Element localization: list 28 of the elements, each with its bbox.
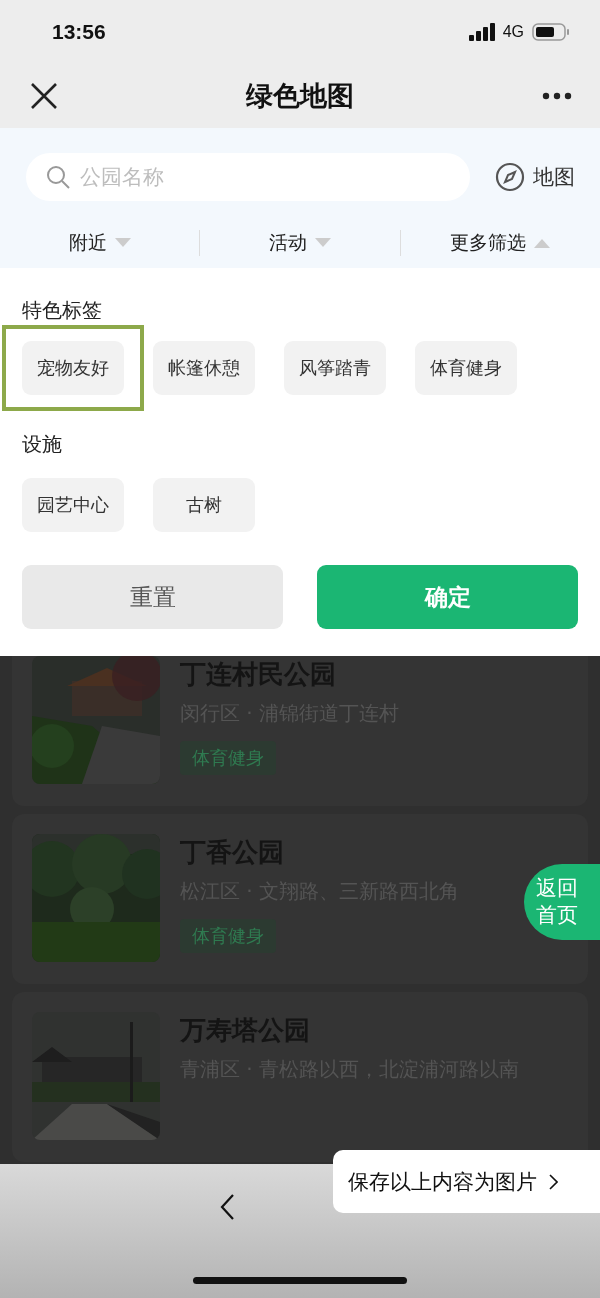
search-field[interactable]: 公园名称 <box>26 153 470 201</box>
signal-icon <box>468 23 497 41</box>
network-label: 4G <box>502 23 524 41</box>
search-icon <box>46 165 70 189</box>
tag-chip[interactable]: 园艺中心 <box>22 478 124 532</box>
back-icon[interactable] <box>219 1193 235 1221</box>
tag-chip[interactable]: 风筝踏青 <box>284 341 386 395</box>
save-image-popup[interactable]: 保存以上内容为图片 <box>333 1150 600 1213</box>
section-title: 特色标签 <box>22 297 103 324</box>
park-tag: 体育健身 <box>180 741 276 775</box>
reset-button[interactable]: 重置 <box>22 565 283 629</box>
tag-chip[interactable]: 宠物友好 <box>22 341 124 395</box>
map-button[interactable]: 地图 <box>495 162 575 192</box>
close-icon[interactable] <box>30 82 58 110</box>
more-icon[interactable] <box>542 92 572 100</box>
filter-tab[interactable]: 活动 <box>200 220 400 265</box>
filter-tab[interactable]: 附近 <box>0 220 200 265</box>
tag-chip[interactable]: 古树 <box>153 478 255 532</box>
park-tag: 体育健身 <box>180 919 276 953</box>
page-title: 绿色地图 <box>246 79 354 113</box>
chevron-right-icon <box>549 1173 558 1190</box>
battery-icon <box>532 23 570 41</box>
tag-chip[interactable]: 帐篷休憩 <box>153 341 255 395</box>
section-title: 设施 <box>22 431 63 458</box>
status-time: 13:56 <box>52 20 107 44</box>
compass-icon <box>495 162 525 192</box>
filter-tab[interactable]: 更多筛选 <box>400 220 600 265</box>
tag-chip[interactable]: 体育健身 <box>415 341 517 395</box>
